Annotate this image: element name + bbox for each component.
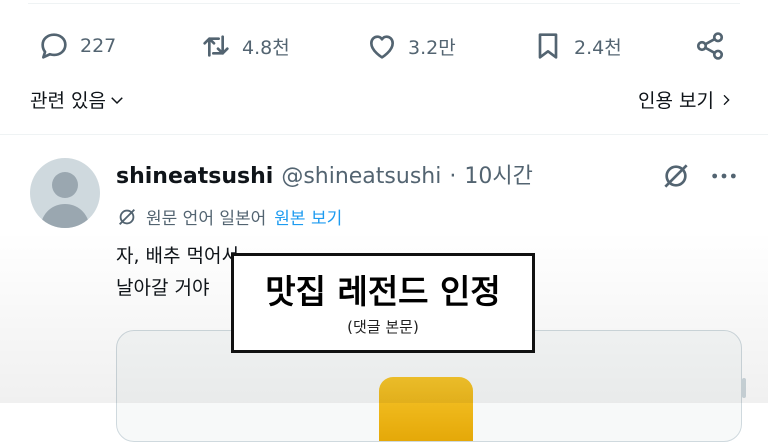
share-button[interactable] xyxy=(694,22,726,70)
repost-count: 4.8천 xyxy=(242,36,290,59)
media-image xyxy=(379,377,473,441)
like-count: 3.2만 xyxy=(408,36,456,59)
bookmark-button[interactable]: 2.4천 xyxy=(532,22,622,70)
avatar[interactable] xyxy=(30,158,100,228)
top-divider xyxy=(28,0,740,4)
reply-button[interactable]: 227 xyxy=(38,22,116,70)
repost-icon xyxy=(203,35,229,57)
more-icon xyxy=(712,173,736,179)
reply-header: shineatsushi @shineatsushi · 10시간 xyxy=(116,158,533,190)
translate-icon xyxy=(119,208,135,225)
grok-button[interactable] xyxy=(660,160,692,192)
view-quotes-link[interactable]: 인용 보기 xyxy=(638,86,734,113)
separator-dot: · xyxy=(449,164,457,189)
scrollbar[interactable] xyxy=(742,378,746,398)
reply-count: 227 xyxy=(80,35,117,57)
bookmark-count: 2.4천 xyxy=(574,36,622,59)
caption-title: 맛집 레전드 인정 xyxy=(265,272,501,311)
caption-box: 맛집 레전드 인정 (댓글 본문) xyxy=(231,253,535,353)
heart-icon xyxy=(370,35,394,59)
post-action-bar: 227 4.8천 3.2만 2.4천 xyxy=(0,22,768,70)
like-button[interactable]: 3.2만 xyxy=(366,22,456,70)
user-handle[interactable]: @shineatsushi xyxy=(281,164,441,189)
reply-text: 자, 배추 먹어서 날아갈 거야 xyxy=(116,245,239,299)
share-icon xyxy=(696,32,724,60)
related-filter-dropdown[interactable]: 관련 있음 xyxy=(30,86,126,113)
translation-notice: 원문 언어 일본어 원본 보기 xyxy=(116,204,342,229)
translate-note: 원문 언어 일본어 xyxy=(146,209,267,229)
bookmark-icon xyxy=(538,33,558,59)
related-label: 관련 있음 xyxy=(30,90,106,112)
grok-icon xyxy=(664,164,688,188)
default-avatar-icon xyxy=(40,172,90,228)
quotes-label: 인용 보기 xyxy=(638,90,714,112)
more-options-button[interactable] xyxy=(708,160,740,192)
repost-button[interactable]: 4.8천 xyxy=(200,22,290,70)
chevron-down-icon xyxy=(111,96,123,104)
display-name[interactable]: shineatsushi xyxy=(116,164,273,189)
show-original-link[interactable]: 원본 보기 xyxy=(274,204,342,229)
reply-icon xyxy=(41,33,67,59)
caption-subtitle: (댓글 본문) xyxy=(347,318,419,336)
timestamp[interactable]: 10시간 xyxy=(464,158,532,190)
section-divider xyxy=(0,134,768,135)
chevron-right-icon xyxy=(723,94,730,105)
